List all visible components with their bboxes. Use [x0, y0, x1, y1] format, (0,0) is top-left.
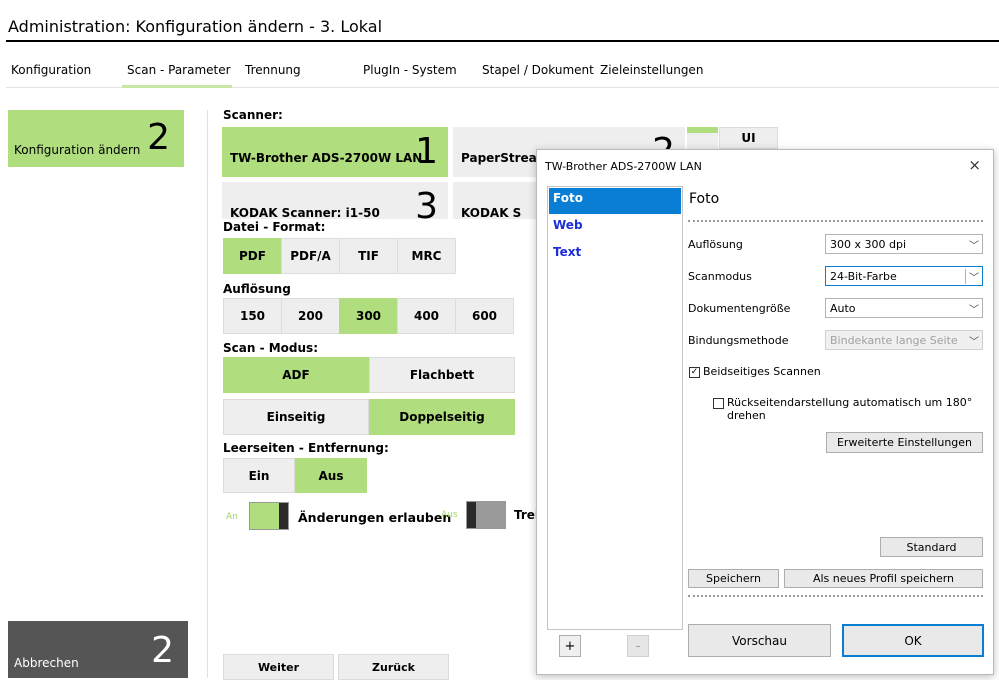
active-tab-indicator	[122, 85, 232, 88]
blank-pages-label: Leerseiten - Entfernung:	[223, 441, 389, 455]
scanner-settings-dialog: TW-Brother ADS-2700W LAN × Foto Web Text…	[536, 149, 994, 675]
resolution-200-button[interactable]: 200	[281, 298, 340, 334]
duplex-checkbox-label: Beidseitiges Scannen	[703, 365, 821, 378]
dialog-title: TW-Brother ADS-2700W LAN	[545, 160, 702, 173]
binding-field-label: Bindungsmethode	[688, 334, 789, 347]
duplex-button[interactable]: Doppelseitig	[369, 399, 515, 435]
save-new-profile-button[interactable]: Als neues Profil speichern	[784, 569, 983, 588]
doc-size-select[interactable]: Auto ﹀	[825, 298, 983, 318]
resolution-300-button[interactable]: 300	[339, 298, 398, 334]
duplex-checkbox[interactable]: ✓	[689, 367, 700, 378]
cancel-button[interactable]: Abbrechen 2	[8, 621, 188, 678]
allow-changes-state: An	[226, 512, 238, 522]
window-title: Administration: Konfiguration ändern - 3…	[8, 17, 383, 36]
tab-plugin-system[interactable]: PlugIn - System	[363, 63, 457, 77]
scanner-section-label: Scanner:	[223, 108, 283, 122]
advanced-settings-button[interactable]: Erweiterte Einstellungen	[826, 432, 983, 453]
dotted-separator	[688, 595, 983, 597]
scanner-name: TW-Brother ADS-2700W LAN	[230, 151, 423, 165]
ui-toggle[interactable]	[687, 127, 718, 149]
toggle-knob	[279, 503, 288, 529]
scanner-tile[interactable]: TW-Brother ADS-2700W LAN 1	[222, 127, 448, 177]
profile-item-text[interactable]: Text	[549, 242, 681, 268]
resolution-400-button[interactable]: 400	[397, 298, 456, 334]
tab-stapel-dokument[interactable]: Stapel / Dokument	[482, 63, 594, 77]
chevron-down-icon: ﹀	[969, 336, 979, 348]
format-pdfa-button[interactable]: PDF/A	[281, 238, 340, 274]
binding-select[interactable]: Bindekante lange Seite ﹀	[825, 330, 983, 350]
toggle-knob	[467, 502, 476, 528]
change-configuration-button[interactable]: Konfiguration ändern 2	[8, 110, 184, 167]
chevron-down-icon: ﹀	[969, 240, 979, 252]
tab-scan-parameter[interactable]: Scan - Parameter	[127, 63, 231, 77]
scan-mode-select[interactable]: 24-Bit-Farbe ﹀	[825, 266, 983, 286]
remove-profile-button[interactable]: -	[627, 635, 649, 657]
simplex-button[interactable]: Einseitig	[223, 399, 369, 435]
allow-changes-label: Änderungen erlauben	[298, 510, 452, 525]
preview-button[interactable]: Vorschau	[688, 624, 831, 657]
second-toggle[interactable]	[466, 501, 506, 529]
ok-button[interactable]: OK	[842, 624, 984, 657]
change-configuration-label: Konfiguration ändern	[14, 143, 141, 157]
chevron-down-icon: ﹀	[969, 304, 979, 316]
tab-trennung[interactable]: Trennung	[245, 63, 301, 77]
resolution-600-button[interactable]: 600	[455, 298, 514, 334]
allow-changes-toggle[interactable]	[249, 502, 289, 530]
ui-button[interactable]: UI	[719, 127, 778, 149]
scanner-number: 3	[415, 186, 438, 220]
chevron-down-icon: ﹀	[965, 268, 982, 284]
file-format-label: Datei - Format:	[223, 220, 326, 234]
add-profile-button[interactable]: +	[559, 635, 581, 657]
binding-select-value: Bindekante lange Seite	[830, 333, 958, 347]
format-mrc-button[interactable]: MRC	[397, 238, 456, 274]
close-icon[interactable]: ×	[968, 156, 981, 174]
resolution-150-button[interactable]: 150	[223, 298, 282, 334]
adf-button[interactable]: ADF	[223, 357, 369, 393]
profile-heading: Foto	[689, 191, 720, 207]
scan-mode-field-label: Scanmodus	[688, 270, 752, 283]
profile-list[interactable]: Foto Web Text	[547, 186, 683, 630]
next-button[interactable]: Weiter	[223, 654, 334, 680]
scan-mode-select-value: 24-Bit-Farbe	[830, 269, 897, 283]
blank-removal-on-button[interactable]: Ein	[223, 458, 295, 493]
save-button[interactable]: Speichern	[688, 569, 779, 588]
default-button[interactable]: Standard	[880, 537, 983, 557]
rotate-checkbox-label: Rückseitendarstellung automatisch um 180…	[727, 396, 973, 409]
profile-item-web[interactable]: Web	[549, 215, 681, 241]
scanner-name: KODAK Scanner: i1-50	[230, 206, 380, 219]
resolution-label: Auflösung	[223, 282, 291, 296]
doc-size-select-value: Auto	[830, 301, 856, 315]
scanner-number: 1	[415, 131, 438, 172]
doc-size-field-label: Dokumentengröße	[688, 302, 791, 315]
flatbed-button[interactable]: Flachbett	[369, 357, 515, 393]
format-tif-button[interactable]: TIF	[339, 238, 398, 274]
scanner-name: KODAK S	[461, 206, 522, 219]
resolution-select-value: 300 x 300 dpi	[830, 237, 907, 251]
rotate-checkbox[interactable]	[713, 398, 724, 409]
second-toggle-state: Aus	[441, 510, 458, 520]
profile-item-foto[interactable]: Foto	[549, 188, 681, 214]
scanner-tile[interactable]: KODAK Scanner: i1-50 3	[222, 182, 448, 219]
resolution-select[interactable]: 300 x 300 dpi ﹀	[825, 234, 983, 254]
blank-removal-off-button[interactable]: Aus	[295, 458, 367, 493]
scan-mode-label: Scan - Modus:	[223, 341, 318, 355]
dotted-separator	[688, 220, 983, 222]
rotate-checkbox-label-line2: drehen	[727, 409, 766, 422]
tab-zieleinstellungen[interactable]: Zieleinstellungen	[600, 63, 703, 77]
sidebar-divider	[207, 110, 208, 678]
cancel-label: Abbrechen	[14, 656, 79, 670]
tab-konfiguration[interactable]: Konfiguration	[11, 63, 91, 77]
format-pdf-button[interactable]: PDF	[223, 238, 282, 274]
resolution-field-label: Auflösung	[688, 238, 743, 251]
change-configuration-number: 2	[147, 117, 170, 158]
checkmark-icon: ✓	[690, 367, 699, 377]
title-divider	[6, 40, 999, 42]
back-button[interactable]: Zurück	[338, 654, 449, 680]
cancel-number: 2	[151, 630, 174, 671]
